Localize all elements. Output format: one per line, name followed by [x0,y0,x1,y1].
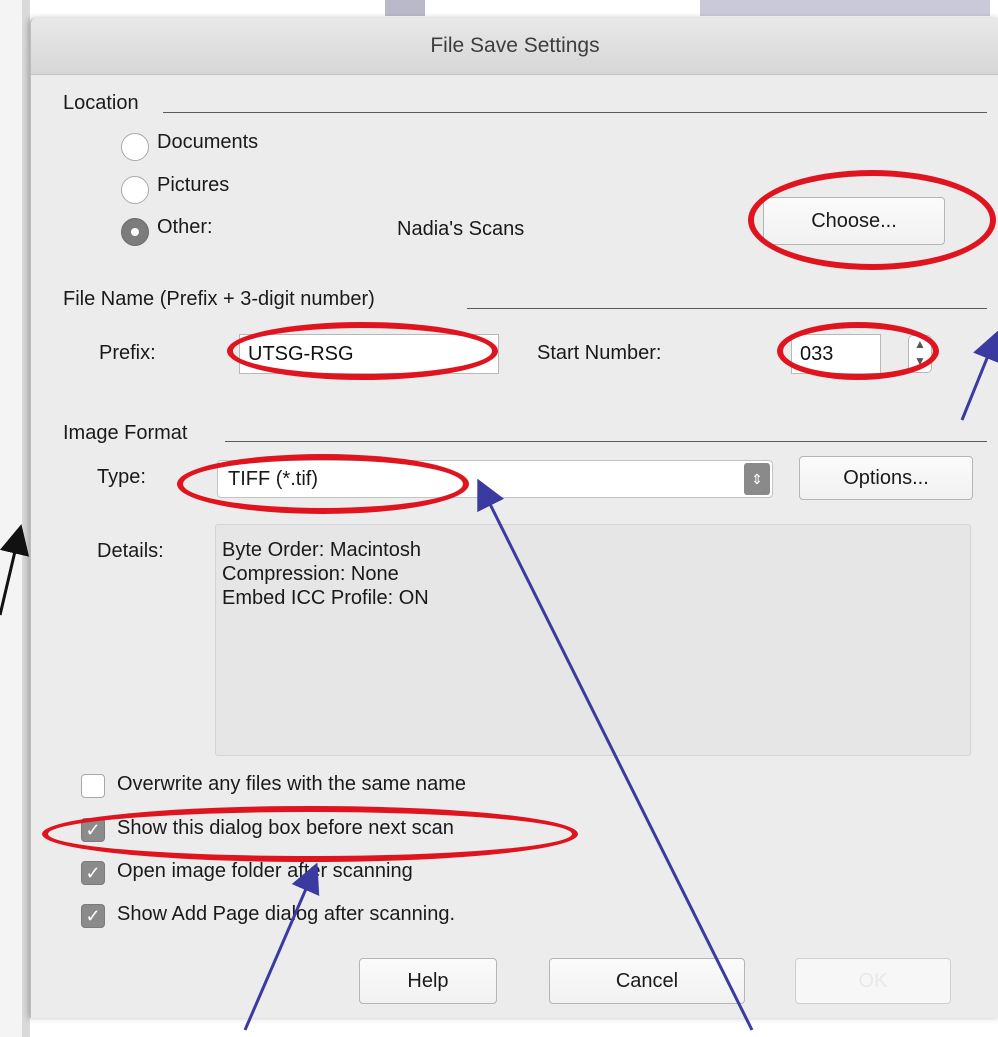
annotation-arrow [960,330,998,421]
annotation-arrow [243,862,320,1031]
annotation-arrow [477,478,754,1031]
annotation-arrow [0,524,30,616]
annotation-arrows [0,330,998,1031]
